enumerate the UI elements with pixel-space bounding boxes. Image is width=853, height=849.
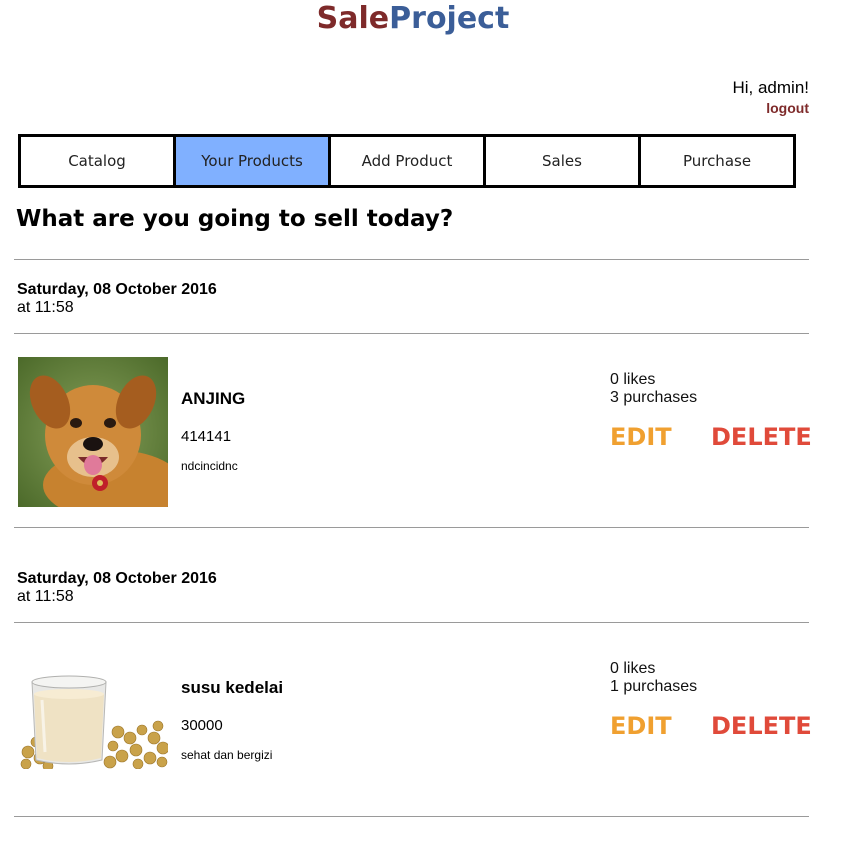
edit-button[interactable]: EDIT [610, 423, 672, 451]
product-date-block: Saturday, 08 October 2016 at 11:58 [17, 570, 217, 606]
divider [14, 816, 809, 817]
product-time: at 11:58 [17, 299, 74, 316]
divider [14, 622, 809, 623]
likes-count: 0 likes [610, 660, 656, 677]
dog-photo-icon [18, 357, 168, 507]
product-price: 30000 [181, 717, 223, 734]
logout-link[interactable]: logout [766, 100, 809, 116]
divider [14, 527, 809, 528]
product-description: sehat dan bergizi [181, 748, 273, 762]
tab-your-products[interactable]: Your Products [173, 134, 331, 188]
product-time: at 11:58 [17, 588, 74, 605]
purchases-count: 1 purchases [610, 678, 698, 695]
tab-add-product[interactable]: Add Product [328, 134, 486, 188]
purchases-count: 3 purchases [610, 389, 698, 406]
site-logo[interactable]: SaleProject [0, 0, 826, 38]
divider [14, 333, 809, 334]
product-price: 414141 [181, 428, 232, 445]
page-title: What are you going to sell today? [16, 206, 454, 232]
soy-milk-photo-icon [18, 672, 168, 769]
logo-part-project: Project [389, 1, 510, 36]
user-panel: Hi, admin! logout [732, 78, 809, 118]
product-name: ANJING [181, 389, 246, 408]
product-description: ndcincidnc [181, 459, 238, 473]
product-image[interactable] [18, 672, 168, 769]
tab-purchase[interactable]: Purchase [638, 134, 796, 188]
product-image[interactable] [18, 357, 168, 507]
main-nav: Catalog Your Products Add Product Sales … [18, 134, 808, 188]
user-greeting: Hi, admin! [732, 78, 809, 97]
delete-button[interactable]: DELETE [711, 712, 812, 740]
tab-catalog[interactable]: Catalog [18, 134, 176, 188]
product-name: susu kedelai [181, 678, 284, 697]
tab-sales[interactable]: Sales [483, 134, 641, 188]
likes-count: 0 likes [610, 371, 656, 388]
logo-part-sale: Sale [316, 1, 390, 36]
product-date: Saturday, 08 October 2016 [17, 281, 217, 298]
product-date-block: Saturday, 08 October 2016 at 11:58 [17, 281, 217, 317]
product-stats: 0 likes 3 purchases [610, 371, 697, 407]
divider [14, 259, 809, 260]
delete-button[interactable]: DELETE [711, 423, 812, 451]
product-stats: 0 likes 1 purchases [610, 660, 697, 696]
edit-button[interactable]: EDIT [610, 712, 672, 740]
product-date: Saturday, 08 October 2016 [17, 570, 217, 587]
